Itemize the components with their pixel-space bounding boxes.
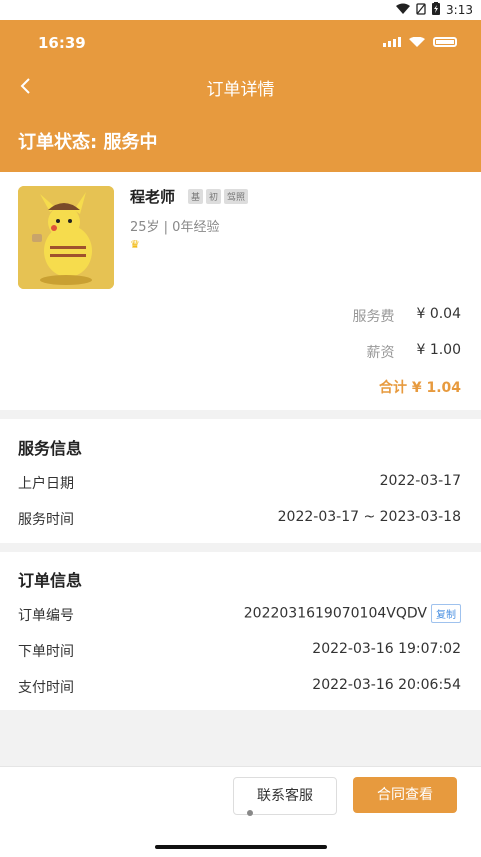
- tag-badge: 驾照: [224, 189, 249, 204]
- teacher-card: 程老师 基 初 驾照 25岁 | 0年经验 ♛ 服务费 ¥ 0.04 薪资 ¥ …: [0, 172, 481, 410]
- salary-row: 薪资 ¥ 1.00: [366, 342, 461, 362]
- paid-time-label: 支付时间: [18, 680, 74, 696]
- section-title: 服务信息: [18, 439, 83, 458]
- tag-badge: 初: [206, 189, 222, 204]
- service-fee-value: ¥ 0.04: [416, 306, 461, 322]
- order-no-value: 2022031619070104VQDV: [243, 605, 427, 622]
- inner-status-time: 16:39: [38, 34, 86, 52]
- service-info-section: 服务信息 上户日期 2022-03-17 服务时间 2022-03-17 ~ 2…: [0, 419, 481, 543]
- page-title: 订单详情: [206, 80, 275, 100]
- order-no-row: 2022031619070104VQDV 复制: [244, 604, 461, 623]
- inner-battery-icon: [433, 37, 457, 47]
- service-period-label: 服务时间: [18, 512, 74, 528]
- tag-list: 基 初 驾照: [188, 189, 249, 204]
- copy-button[interactable]: 复制: [431, 604, 461, 623]
- wifi-icon: [396, 3, 411, 17]
- section-title: 订单信息: [18, 571, 83, 590]
- service-fee-row: 服务费 ¥ 0.04: [352, 306, 461, 326]
- start-date-label: 上户日期: [18, 476, 74, 492]
- teacher-name: 程老师: [130, 188, 176, 206]
- tag-badge: 基: [188, 189, 204, 204]
- home-indicator[interactable]: [155, 845, 327, 849]
- created-time-value: 2022-03-16 19:07:02: [312, 641, 461, 657]
- teacher-meta: 25岁 | 0年经验: [130, 220, 220, 235]
- total-amount: 合计 ¥ 1.04: [378, 380, 461, 396]
- system-time: 3:13: [446, 3, 473, 17]
- order-status: 订单状态: 服务中: [18, 132, 158, 153]
- view-contract-button[interactable]: 合同查看: [353, 777, 457, 813]
- avatar[interactable]: [18, 186, 114, 289]
- inner-status-icons: [383, 37, 457, 47]
- inner-wifi-icon: [409, 37, 425, 47]
- service-period-value: 2022-03-17 ~ 2023-03-18: [277, 509, 461, 525]
- salary-value: ¥ 1.00: [416, 342, 461, 358]
- bottom-action-bar: 联系客服 合同查看: [0, 766, 481, 857]
- battery-charging-icon: [432, 2, 441, 18]
- crown-icon: ♛: [130, 238, 140, 251]
- header: 16:39 订单详情 订单状态: 服务中: [0, 20, 481, 172]
- system-status-bar: 3:13: [0, 0, 481, 20]
- no-sim-icon: [416, 2, 426, 18]
- touch-indicator: [247, 810, 253, 816]
- order-no-label: 订单编号: [18, 608, 74, 624]
- salary-label: 薪资: [366, 345, 395, 361]
- order-info-section: 订单信息 订单编号 2022031619070104VQDV 复制 下单时间 20…: [0, 552, 481, 710]
- signal-icon: [383, 37, 401, 47]
- created-time-label: 下单时间: [18, 644, 74, 660]
- start-date-value: 2022-03-17: [379, 473, 461, 489]
- paid-time-value: 2022-03-16 20:06:54: [312, 677, 461, 693]
- service-fee-label: 服务费: [352, 309, 395, 325]
